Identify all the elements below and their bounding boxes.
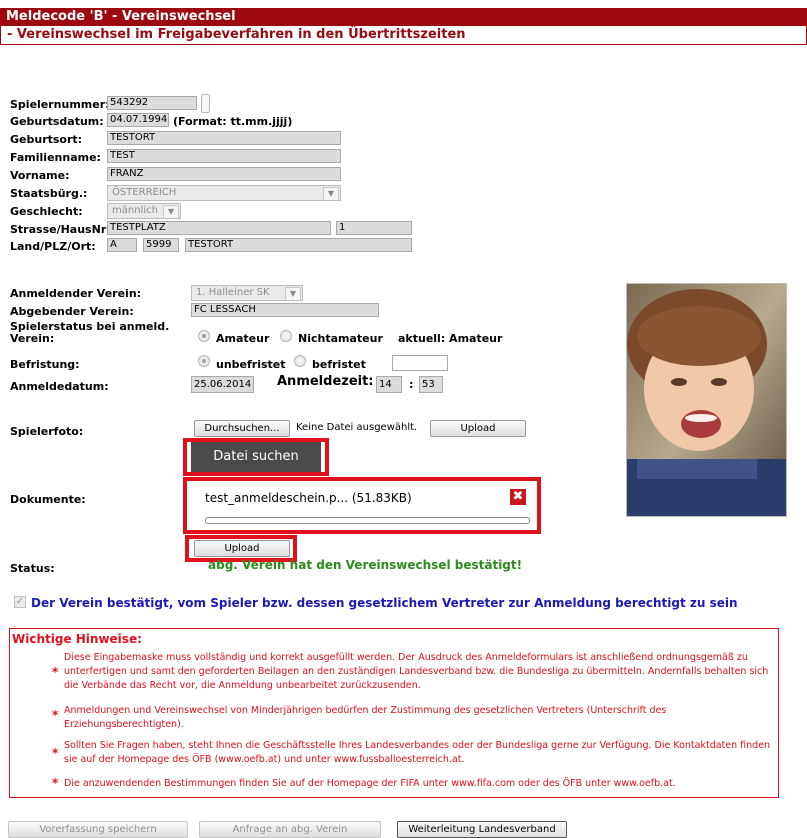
radio-unbefristet[interactable] — [198, 355, 210, 367]
anmeldezeit-label: Anmeldezeit: — [277, 374, 374, 389]
player-photo-image — [627, 284, 786, 516]
nichtamateur-label: Nichtamateur — [298, 332, 383, 345]
vorerfassung-speichern-button[interactable]: Vorerfassung speichern — [8, 821, 188, 838]
amateur-label: Amateur — [216, 332, 270, 345]
no-file-selected-text: Keine Datei ausgewählt. — [296, 422, 418, 433]
dokumente-upload-button[interactable]: Upload — [194, 540, 290, 557]
familienname-field[interactable]: TEST — [107, 149, 341, 163]
anmeldender-verein-select[interactable]: 1. Halleiner SK ▼ — [191, 285, 303, 301]
dokumente-label: Dokumente: — [10, 493, 86, 506]
confirm-checkbox[interactable]: ✓ — [14, 596, 26, 608]
abgebender-verein-label: Abgebender Verein: — [10, 305, 134, 318]
foto-upload-button[interactable]: Upload — [430, 420, 526, 437]
highlight-file-entry — [183, 477, 541, 534]
hint-item-2: Anmeldungen und Vereinswechsel von Minde… — [64, 705, 667, 730]
page-subtitle: - Vereinswechsel im Freigabeverfahren in… — [0, 26, 807, 45]
geburtsort-field[interactable]: TESTORT — [107, 131, 341, 145]
aktuell-status-text: aktuell: Amateur — [398, 332, 503, 345]
hint-bullet: * — [52, 776, 59, 790]
staatsbuerg-label: Staatsbürg.: — [10, 187, 88, 200]
page-title: Meldecode 'B' - Vereinswechsel — [0, 8, 807, 26]
strasse-label: Strasse/HausNr: — [10, 223, 111, 236]
status-value: abg. Verein hat den Vereinswechsel bestä… — [208, 558, 523, 572]
anmeldezeit-stunde-field[interactable]: 14 — [376, 376, 402, 393]
confirm-text: Der Verein bestätigt, vom Spieler bzw. d… — [31, 596, 738, 610]
spielernummer-label: Spielernummer: — [10, 98, 110, 111]
befristet-label: befristet — [312, 358, 366, 371]
upload-progress-bar — [205, 517, 530, 524]
hints-box: Wichtige Hinweise: * Diese Eingabemaske … — [9, 628, 779, 798]
remove-file-icon[interactable]: ✖ — [510, 489, 526, 505]
abgebender-verein-field[interactable]: FC LESSACH — [191, 303, 379, 317]
anmeldedatum-label: Anmeldedatum: — [10, 380, 109, 393]
geburtsdatum-format-hint: (Format: tt.mm.jjjj) — [173, 115, 293, 128]
radio-amateur[interactable] — [198, 330, 210, 342]
time-separator: : — [409, 378, 414, 391]
geschlecht-value: männlich — [112, 205, 158, 216]
unbefristet-label: unbefristet — [216, 358, 286, 371]
hausnr-field[interactable]: 1 — [336, 221, 412, 235]
spielernummer-lookup-button[interactable] — [201, 94, 210, 113]
anfrage-abg-verein-button[interactable]: Anfrage an abg. Verein — [199, 821, 381, 838]
geburtsdatum-label: Geburtsdatum: — [10, 115, 104, 128]
vorname-field[interactable]: FRANZ — [107, 167, 341, 181]
befristung-label: Befristung: — [10, 358, 80, 371]
datei-suchen-button[interactable]: Datei suchen — [191, 442, 321, 472]
ort-field[interactable]: TESTORT — [185, 238, 412, 252]
anmeldedatum-field[interactable]: 25.06.2014 — [191, 376, 254, 393]
uploaded-file-name: test_anmeldeschein.p... (51.83KB) — [205, 491, 412, 505]
land-plz-ort-label: Land/PLZ/Ort: — [10, 240, 96, 253]
spielerfoto-label: Spielerfoto: — [10, 425, 84, 438]
geburtsort-label: Geburtsort: — [10, 133, 83, 146]
radio-befristet[interactable] — [294, 355, 306, 367]
chevron-down-icon: ▼ — [285, 287, 301, 300]
staatsbuerg-select[interactable]: ÖSTERREICH ▼ — [107, 185, 341, 201]
anmeldezeit-minute-field[interactable]: 53 — [419, 376, 443, 393]
vorname-label: Vorname: — [10, 169, 70, 182]
status-label: Status: — [10, 562, 55, 575]
geschlecht-label: Geschlecht: — [10, 205, 83, 218]
player-photo — [626, 283, 787, 517]
familienname-label: Familienname: — [10, 151, 101, 164]
plz-field[interactable]: 5999 — [143, 238, 179, 252]
anmeldender-verein-label: Anmeldender Verein: — [10, 287, 142, 300]
hint-item-3: Sollten Sie Fragen haben, steht Ihnen di… — [64, 740, 771, 765]
foto-browse-button[interactable]: Durchsuchen... — [194, 420, 290, 437]
hints-title: Wichtige Hinweise: — [12, 632, 142, 646]
befristet-bis-field[interactable] — [392, 355, 448, 371]
staatsbuerg-value: ÖSTERREICH — [112, 187, 177, 198]
geburtsdatum-field[interactable]: 04.07.1994 — [107, 113, 169, 127]
chevron-down-icon: ▼ — [163, 205, 179, 218]
land-field[interactable]: A — [107, 238, 137, 252]
spielernummer-field[interactable]: 543292 — [107, 96, 197, 110]
geschlecht-select[interactable]: männlich ▼ — [107, 203, 181, 219]
hint-item-4: Die anzuwendenden Bestimmungen finden Si… — [64, 778, 676, 789]
radio-nichtamateur[interactable] — [280, 330, 292, 342]
strasse-field[interactable]: TESTPLATZ — [107, 221, 331, 235]
hint-item-1: Diese Eingabemaske muss vollständig und … — [64, 652, 769, 691]
weiterleitung-landesverband-button[interactable]: Weiterleitung Landesverband — [397, 821, 567, 838]
chevron-down-icon: ▼ — [323, 187, 339, 200]
spielerstatus-label: Spielerstatus bei anmeld. Verein: — [10, 320, 170, 345]
hint-bullet: * — [52, 665, 59, 679]
hint-bullet: * — [52, 708, 59, 722]
hint-bullet: * — [52, 746, 59, 760]
anmeldender-verein-value: 1. Halleiner SK — [196, 287, 270, 298]
